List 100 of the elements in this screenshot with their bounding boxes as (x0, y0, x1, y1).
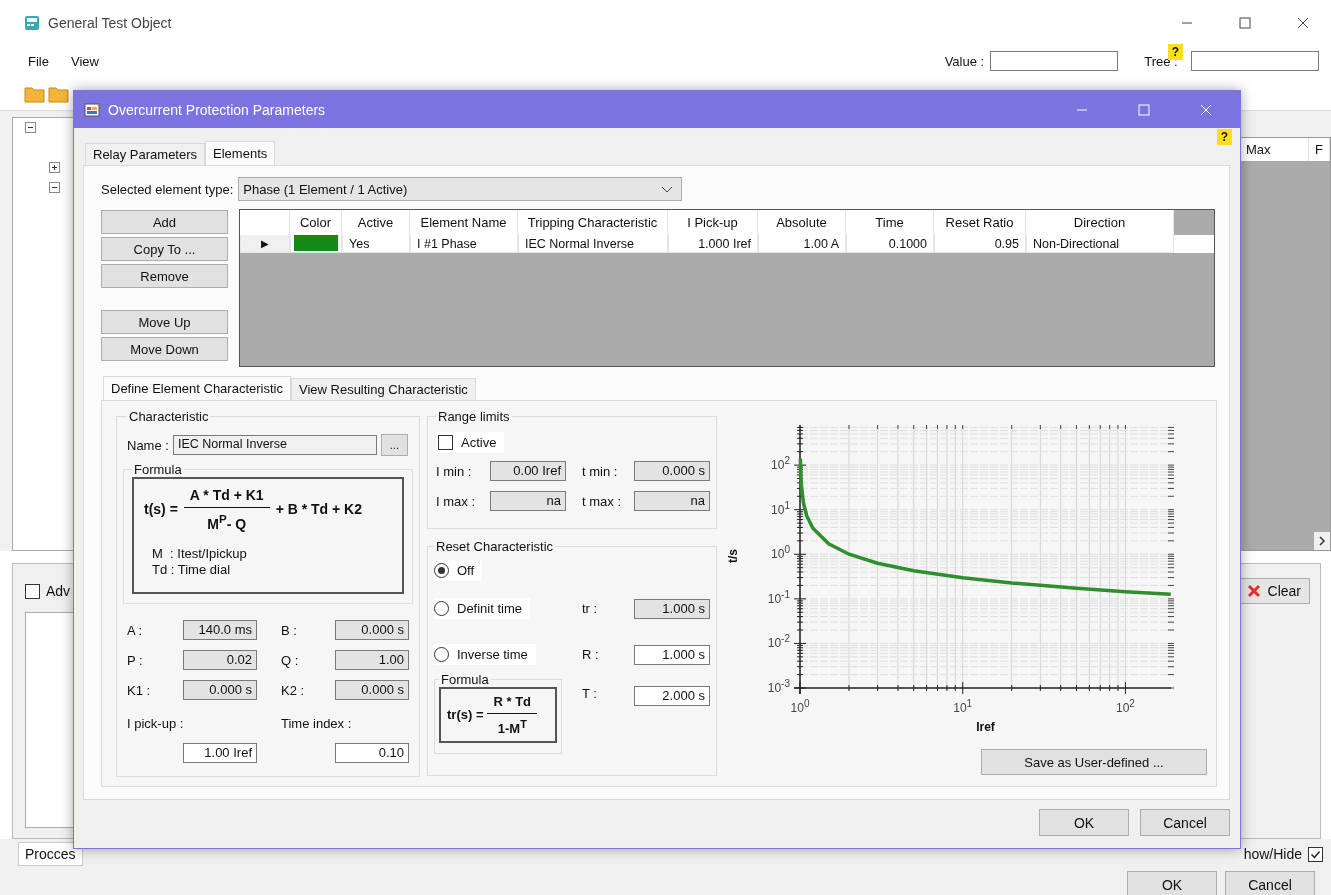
tick-label: 10$^{0}$ (790, 698, 810, 715)
help-badge[interactable]: ? (1216, 129, 1232, 145)
column-header[interactable]: Direction (1026, 210, 1174, 235)
radio-button[interactable] (434, 647, 449, 663)
formula-denominator: M$^{P}$- Q (207, 511, 247, 532)
parameter-label: K1 : (127, 682, 152, 698)
row-marker[interactable]: ▶ (240, 235, 290, 253)
reset-label: T : (582, 685, 598, 701)
checkbox-label: Adv (46, 583, 71, 599)
collapse-icon[interactable] (25, 122, 36, 133)
column-header[interactable]: Absolute (758, 210, 846, 235)
dialog-button[interactable]: OK (1039, 809, 1129, 836)
table-cell: I #1 Phase (410, 235, 518, 253)
expand-icon[interactable] (49, 162, 60, 173)
parameter-field[interactable]: 1.00 Iref (183, 743, 257, 763)
column-header[interactable]: Time (846, 210, 934, 235)
name-field: IEC Normal Inverse (172, 435, 377, 455)
tick-label: 10$^{-2}$ (767, 633, 790, 651)
dialog-button[interactable]: Cancel (1225, 871, 1315, 895)
menu-item[interactable]: View (70, 53, 99, 69)
parameter-label: P : (127, 652, 144, 668)
group-title: Formula (440, 671, 490, 687)
tab[interactable]: Elements (205, 141, 276, 166)
group-title: Characteristic (128, 409, 210, 424)
reset-field[interactable]: 1.000 s (634, 644, 710, 665)
column-header[interactable]: Active (342, 210, 410, 235)
color-swatch[interactable] (294, 235, 338, 251)
browse-button[interactable]: ... (380, 434, 408, 456)
formula-note: Td : Time dial (152, 561, 232, 578)
radio-label: Definit time (457, 601, 523, 617)
column-header[interactable]: I Pick-up (668, 210, 758, 235)
column-header[interactable]: Element Name (410, 210, 518, 235)
group-title: Range limits (437, 409, 511, 424)
tab[interactable]: Define Element Characteristic (103, 376, 291, 401)
checkbox-label: Active (461, 435, 497, 450)
limit-label: t min : (582, 463, 619, 479)
dialog-icon (84, 101, 100, 118)
axis-title: t/s (726, 548, 740, 563)
table-cell: IEC Normal Inverse (518, 235, 668, 253)
parameter-label: Time index : (281, 716, 353, 731)
close-icon[interactable] (1297, 16, 1309, 29)
column-header[interactable]: Color (290, 210, 342, 235)
radio-label: Off (457, 563, 475, 579)
checkbox[interactable] (438, 435, 453, 450)
maximize-icon[interactable] (1239, 16, 1251, 29)
tick-label: 10$^{2}$ (771, 455, 790, 473)
parameter-label: K2 : (281, 682, 306, 698)
save-button[interactable]: Save as User-defined ... (981, 749, 1207, 775)
value-label: Value : (944, 53, 985, 69)
group-title: Reset Characteristic (435, 538, 555, 554)
checkbox[interactable] (25, 583, 40, 599)
value-field[interactable] (990, 51, 1119, 71)
tick-label: 10$^{1}$ (771, 499, 790, 517)
tab[interactable]: Relay Parameters (85, 143, 206, 165)
check-icon (1310, 848, 1321, 860)
reset-field[interactable]: 2.000 s (634, 685, 710, 706)
limit-label: I max : (436, 493, 476, 509)
tree-field[interactable] (1191, 51, 1319, 71)
clear-icon (1245, 583, 1262, 599)
tab[interactable]: Procces (18, 842, 83, 866)
table-cell: Yes (342, 235, 410, 253)
checkbox-label: how/Hide (1243, 846, 1302, 862)
formula-numerator: A * Td + K1 (183, 487, 270, 508)
reset-label: R : (582, 647, 600, 663)
menu-item[interactable]: File (28, 53, 49, 69)
parameter-label: Q : (281, 652, 300, 668)
dialog-title: Overcurrent Protection Parameters (108, 101, 326, 118)
tab[interactable]: View Resulting Characteristic (290, 378, 476, 400)
formula-numerator: R * Td (487, 693, 538, 714)
column-header[interactable]: Tripping Characteristic (518, 210, 668, 235)
checkbox[interactable] (1308, 846, 1323, 862)
collapse-icon[interactable] (49, 182, 60, 193)
formula-denominator: 1-M$^{T}$ (497, 716, 527, 736)
table-cell: 0.95 (934, 235, 1026, 253)
formula-text: t(s) = (144, 501, 178, 518)
table-cell: Non-Directional (1026, 235, 1174, 253)
table-cell: 1.000 Iref (668, 235, 758, 253)
formula-text: tr(s) = (447, 707, 484, 723)
side-button[interactable]: Move Down (101, 337, 228, 361)
element-type-dropdown[interactable]: Phase (1 Element / 1 Active) (238, 177, 683, 201)
dialog-button[interactable]: Cancel (1140, 809, 1230, 836)
formula-note: M : Itest/Ipickup (152, 545, 248, 562)
parameter-field[interactable]: 0.10 (335, 743, 409, 763)
side-button[interactable]: Move Up (101, 310, 228, 334)
help-badge[interactable]: ? (1167, 44, 1183, 60)
side-button[interactable]: Remove (101, 264, 228, 288)
limit-label: I min : (436, 463, 473, 479)
table-cell: 0.1000 (846, 235, 934, 253)
formula-text: + B * Td + K2 (275, 501, 362, 518)
dialog-button[interactable]: OK (1127, 871, 1217, 895)
tick-label: 10$^{-3}$ (767, 678, 790, 695)
column-header[interactable]: F (1309, 138, 1330, 161)
side-button[interactable]: Add (101, 210, 228, 234)
radio-button[interactable] (434, 563, 449, 579)
caret-icon (661, 186, 674, 194)
parameter-label: I pick-up : (127, 716, 185, 731)
radio-button[interactable] (434, 601, 449, 617)
side-button[interactable]: Copy To ... (101, 237, 228, 261)
column-header[interactable]: Reset Ratio (934, 210, 1026, 235)
table-cell: 1.00 A (758, 235, 846, 253)
